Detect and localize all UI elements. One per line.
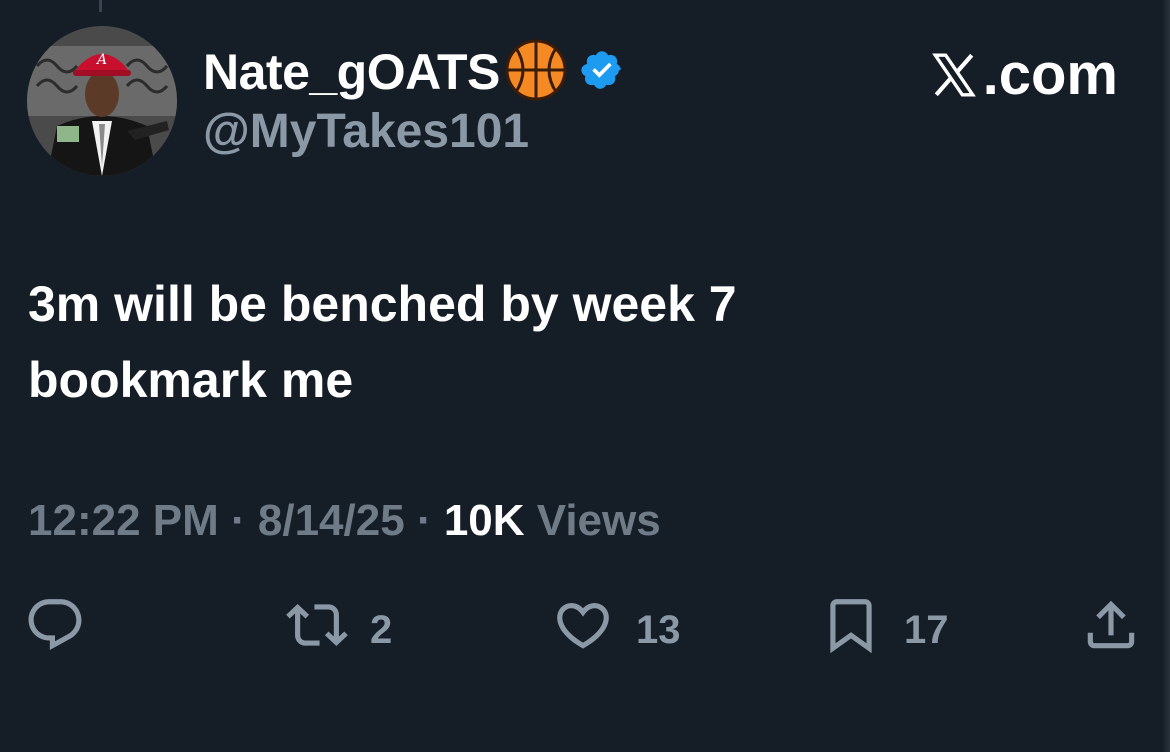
views-count: 10K	[443, 496, 525, 545]
tweet-metadata: 12:22 PM · 8/14/25 · 10K Views	[28, 496, 661, 546]
reply-button[interactable]	[24, 598, 86, 662]
like-count: 13	[636, 607, 681, 652]
like-button[interactable]: 13	[552, 598, 681, 662]
retweet-button[interactable]: 2	[286, 598, 392, 662]
brand-domain: .com	[982, 42, 1118, 107]
heart-icon	[552, 594, 614, 666]
verified-badge-icon[interactable]	[568, 48, 624, 97]
tweet-time[interactable]: 12:22 PM	[28, 496, 219, 545]
retweet-icon	[286, 594, 348, 666]
screen-edge	[1162, 0, 1170, 752]
tweet-date[interactable]: 8/14/25	[258, 496, 405, 545]
bookmark-count: 17	[904, 607, 949, 652]
brand-wordmark: .com	[929, 46, 1118, 104]
tweet-text-line-1: 3m will be benched by week 7	[28, 276, 737, 332]
avatar-image: A	[27, 26, 177, 176]
meta-separator: ·	[416, 496, 432, 545]
user-handle[interactable]: @MyTakes101	[203, 108, 529, 156]
bookmark-button[interactable]: 17	[820, 598, 949, 662]
svg-text:A: A	[95, 52, 107, 68]
reply-icon	[24, 594, 86, 666]
retweet-count: 2	[370, 607, 393, 652]
share-button[interactable]	[1080, 598, 1142, 662]
display-name-row: Nate_gOATS	[203, 38, 624, 107]
profile-avatar[interactable]: A	[27, 26, 177, 176]
thread-connector-line	[99, 0, 102, 12]
display-name[interactable]: Nate_gOATS	[203, 47, 500, 97]
meta-separator: ·	[231, 496, 246, 545]
tweet-text-line-2: bookmark me	[28, 352, 354, 408]
share-icon	[1080, 594, 1142, 666]
tweet-text: 3m will be benched by week 7 bookmark me	[28, 266, 1128, 418]
basketball-icon	[500, 38, 568, 107]
x-logo-icon	[931, 53, 976, 97]
tweet-card: A Nate_gOATS @MyTakes101 .com 3m will be…	[0, 0, 1170, 752]
views-label: Views	[536, 496, 661, 545]
bookmark-icon	[820, 594, 882, 666]
